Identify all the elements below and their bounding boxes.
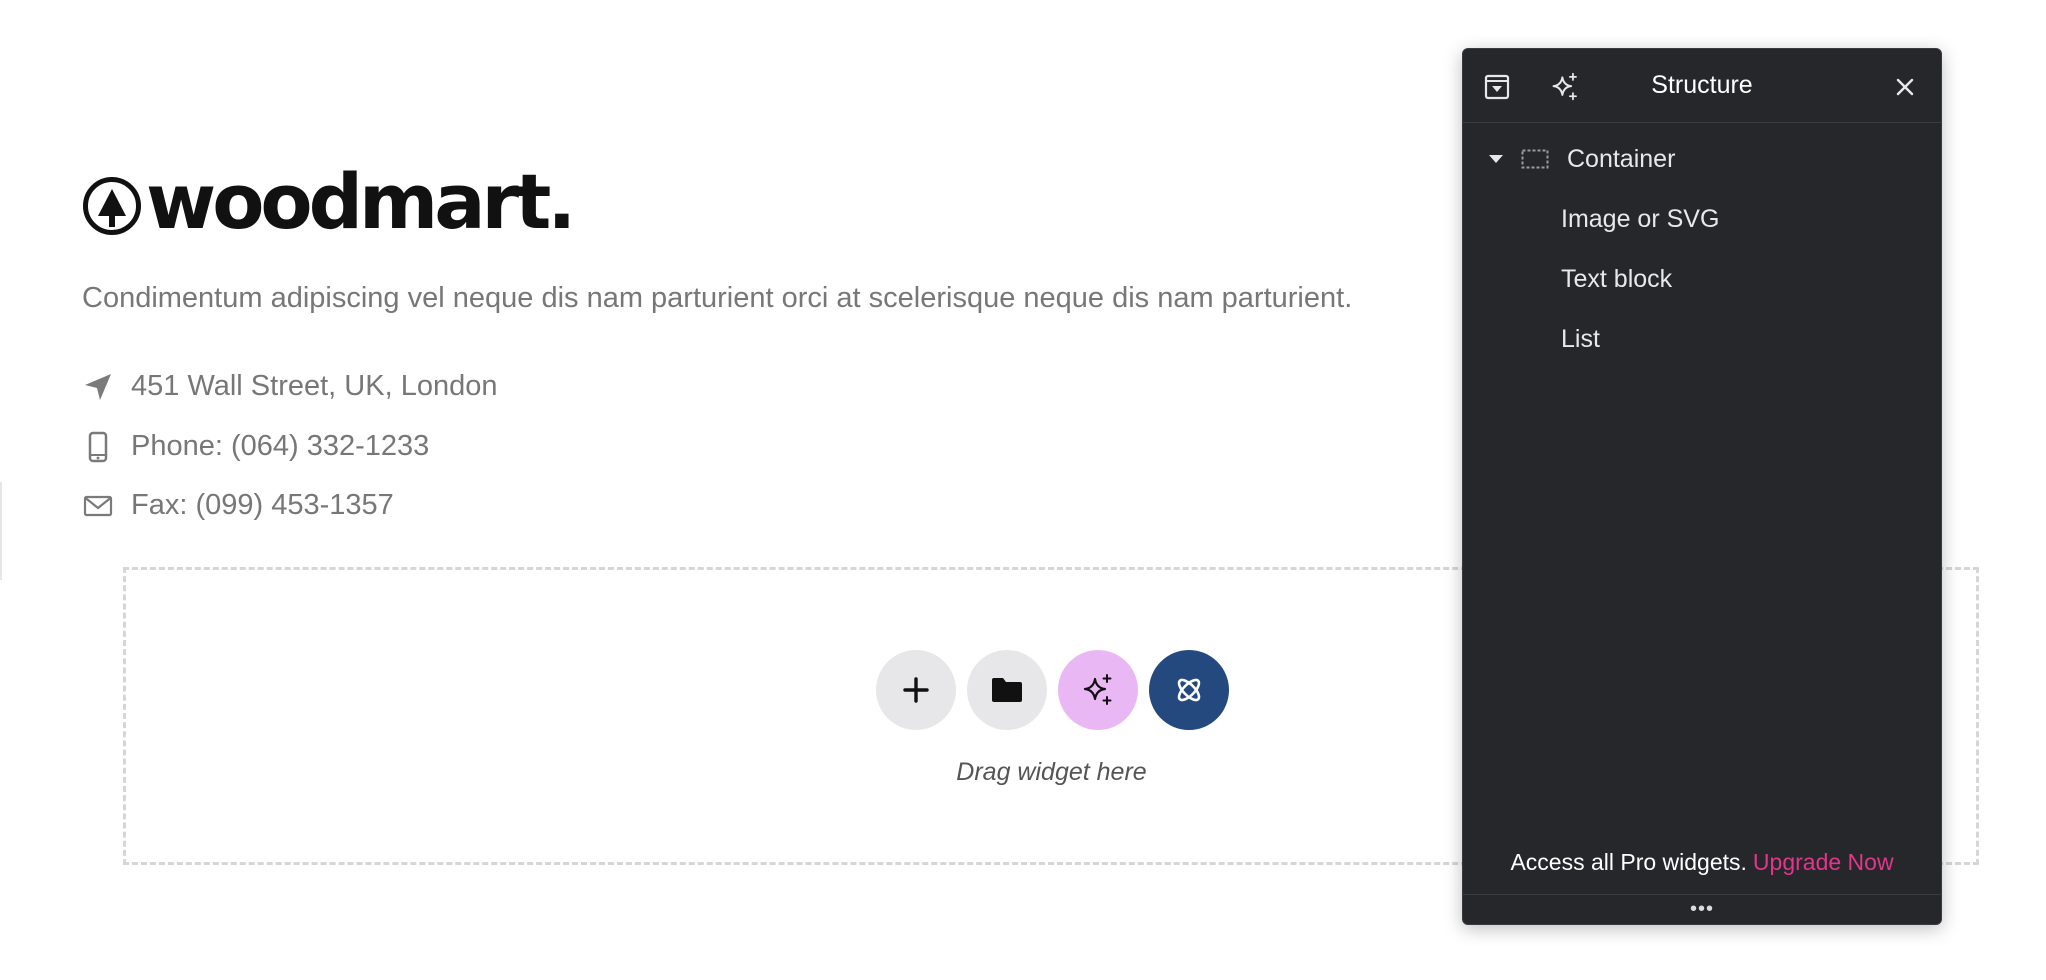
location-arrow-icon [82, 371, 114, 403]
site-kit-button[interactable] [1149, 650, 1229, 730]
close-icon [1896, 78, 1914, 96]
tree-item-label: Text block [1561, 264, 1673, 293]
dropzone-actions [876, 650, 1229, 730]
contact-address: 451 Wall Street, UK, London [82, 370, 497, 403]
sparkles-icon [1083, 674, 1112, 705]
contact-phone: Phone: (064) 332-1233 [82, 430, 429, 463]
close-panel-button[interactable] [1887, 69, 1923, 105]
caret-down-icon[interactable] [1487, 150, 1505, 168]
tree-item-label: Container [1567, 144, 1676, 173]
envelope-icon [82, 490, 114, 522]
phone-text: Phone: (064) 332-1233 [131, 430, 430, 462]
tree-item-image[interactable]: Image or SVG [1561, 199, 1719, 239]
tree-item-container[interactable]: Container [1487, 139, 1675, 179]
left-edge-marker [0, 482, 2, 580]
brand-logo: woodmart. [82, 164, 576, 244]
plus-icon [903, 677, 929, 703]
fax-text: Fax: (099) 453-1357 [131, 489, 394, 521]
container-icon [1521, 148, 1551, 170]
atom-icon [1177, 678, 1201, 702]
folder-icon [992, 678, 1022, 702]
tree-item-list[interactable]: List [1561, 319, 1600, 359]
panel-divider [1463, 894, 1941, 895]
logo-wordmark: woodmart. [146, 157, 576, 246]
drag-widget-hint: Drag widget here [956, 758, 1147, 786]
upgrade-now-link[interactable]: Upgrade Now [1753, 849, 1894, 875]
contact-fax: Fax: (099) 453-1357 [82, 489, 394, 522]
tree-item-label: List [1561, 324, 1600, 353]
phone-icon [82, 431, 114, 463]
structure-panel: Structure Container Image or SVG Text bl… [1462, 48, 1942, 925]
tree-logo-icon [83, 177, 141, 235]
tree-item-text-block[interactable]: Text block [1561, 259, 1672, 299]
ai-generate-button[interactable] [1058, 650, 1138, 730]
pro-promo: Access all Pro widgets. Upgrade Now [1463, 849, 1941, 876]
panel-resize-handle[interactable]: ••• [1463, 899, 1941, 919]
panel-title: Structure [1651, 71, 1753, 99]
tree-item-label: Image or SVG [1561, 204, 1720, 233]
pro-promo-text: Access all Pro widgets. [1510, 849, 1747, 875]
add-section-button[interactable] [876, 650, 956, 730]
template-library-button[interactable] [967, 650, 1047, 730]
panel-header: Structure [1463, 49, 1941, 123]
description-text: Condimentum adipiscing vel neque dis nam… [82, 282, 1353, 314]
address-text: 451 Wall Street, UK, London [131, 370, 498, 402]
